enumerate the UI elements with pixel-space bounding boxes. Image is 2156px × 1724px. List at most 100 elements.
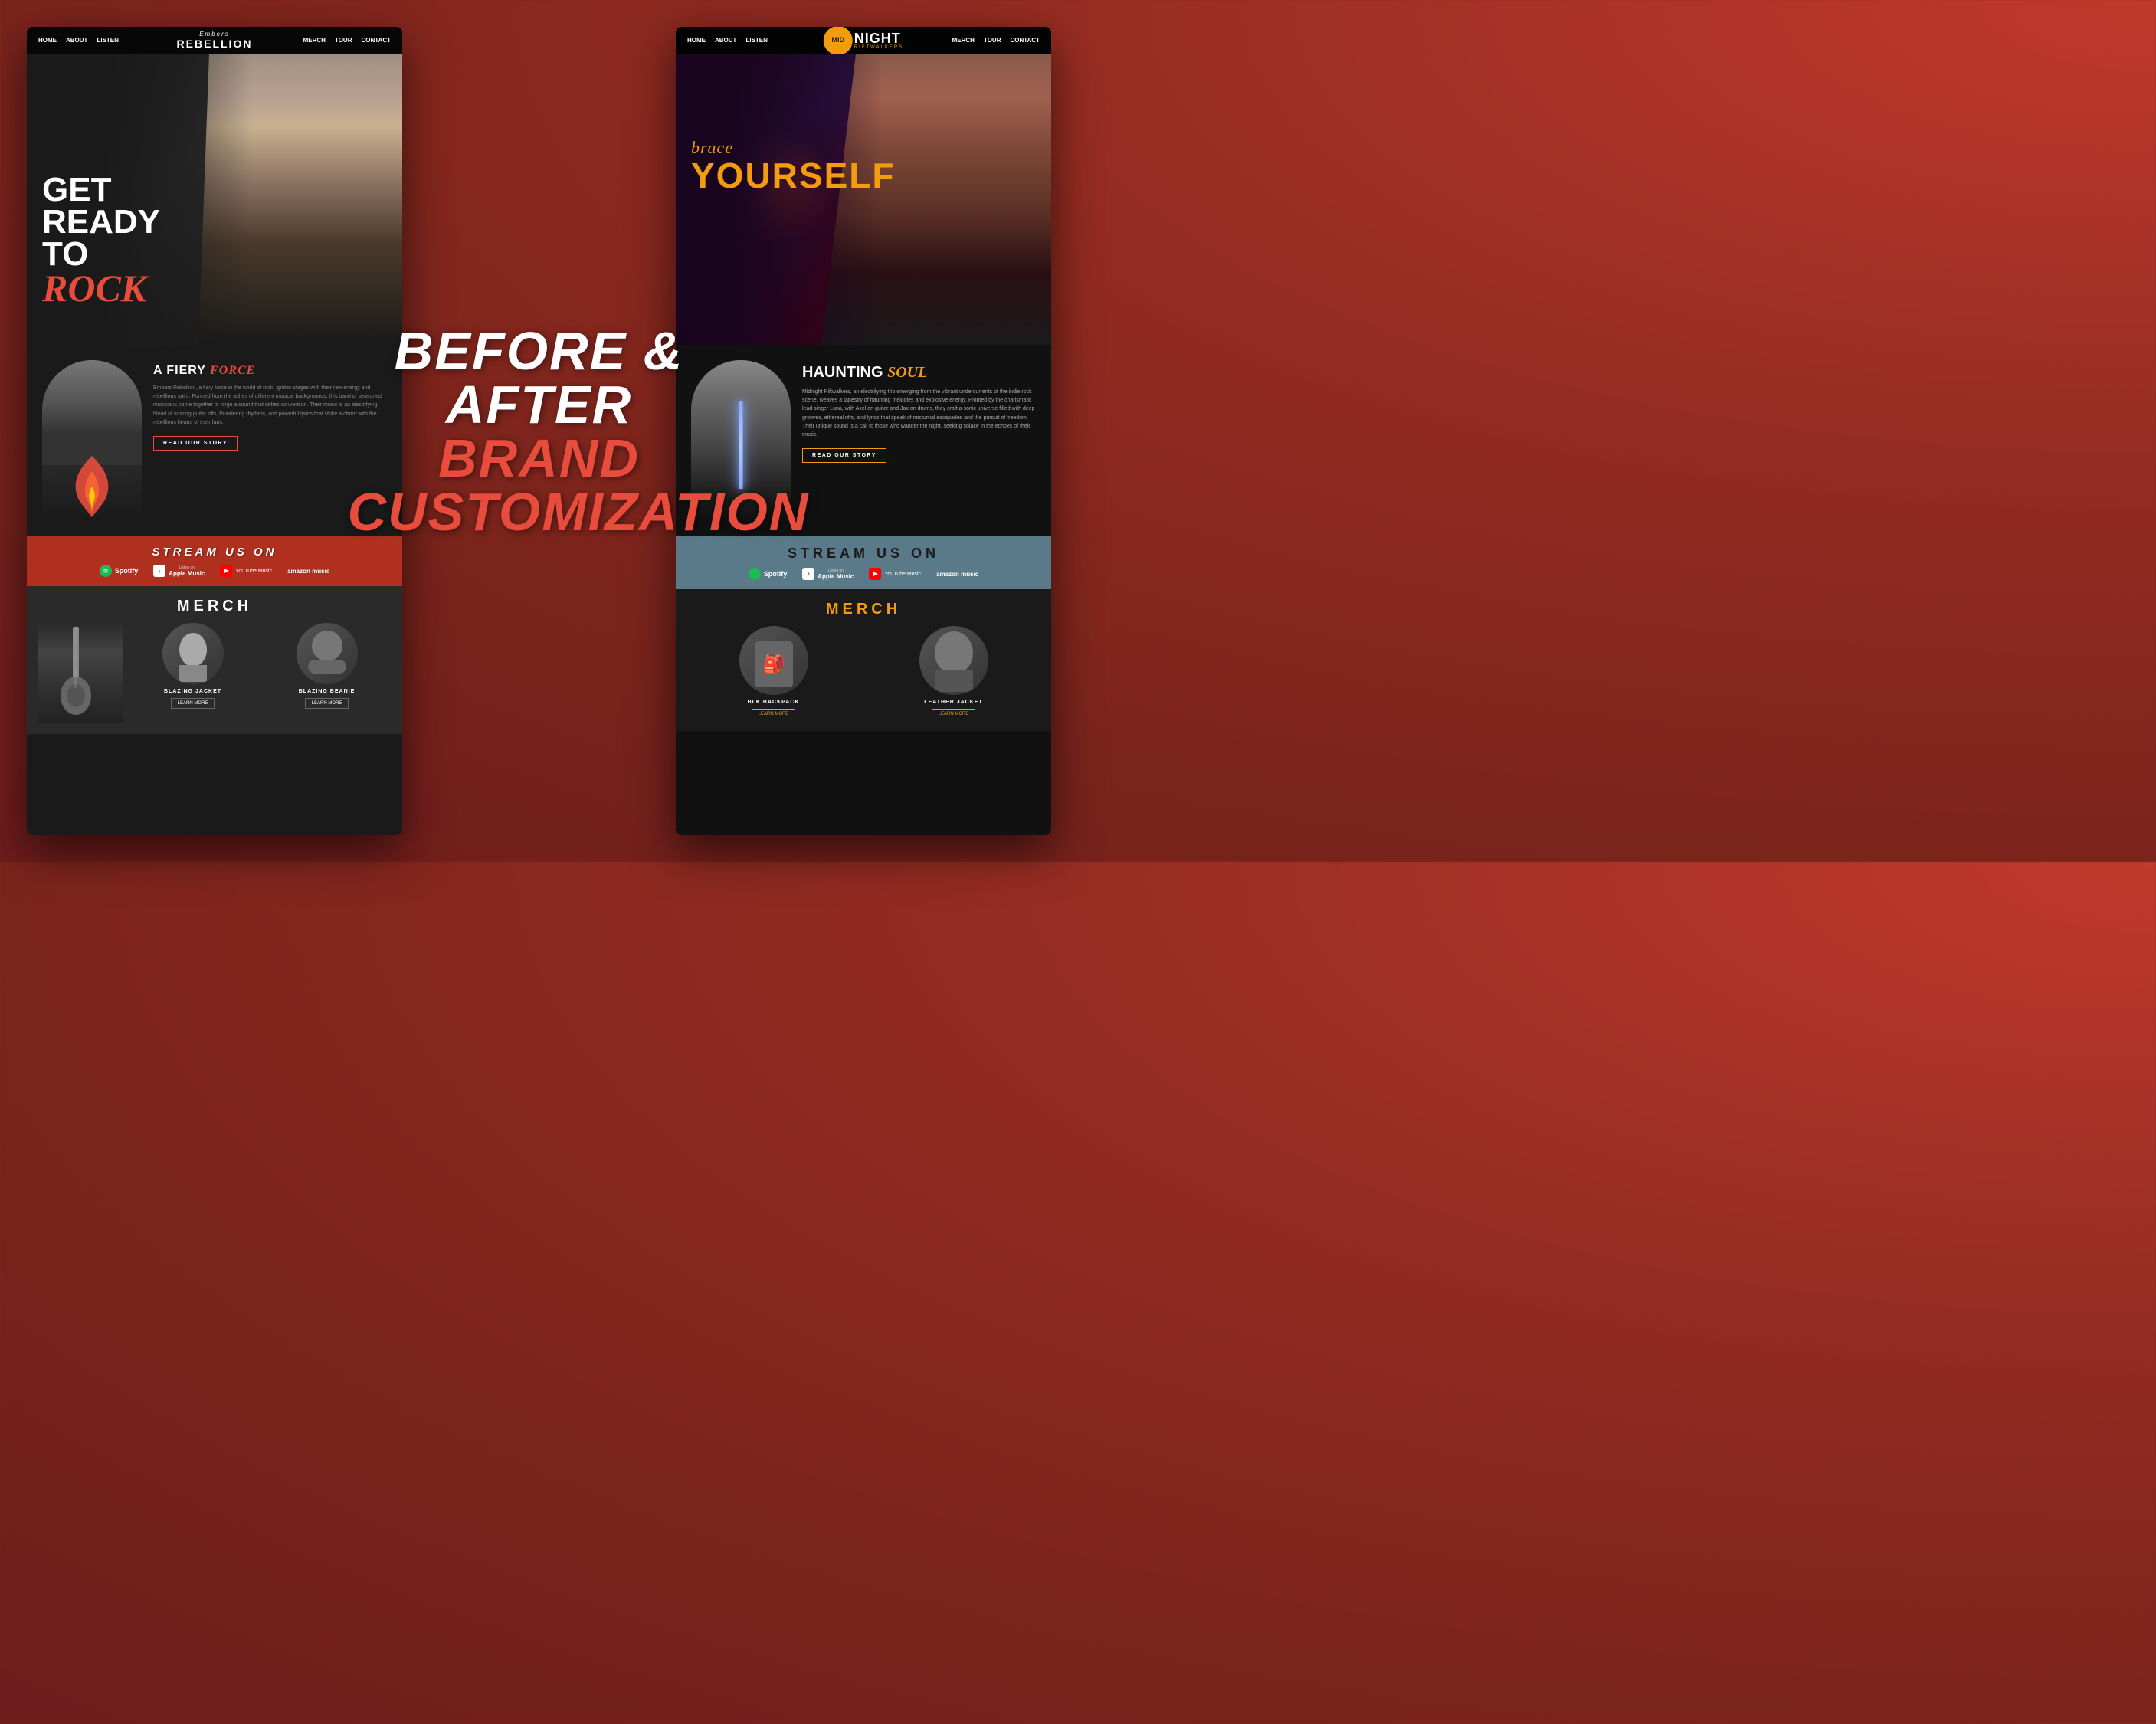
right-merch-circle-1 (919, 626, 988, 695)
right-logo-sub: RIFTWALKERS (854, 45, 903, 50)
left-merch-name-0: BLAZING JACKET (129, 689, 257, 694)
left-about-section: A FIERY FORCE Embers Rebellion, a fiery … (27, 345, 402, 536)
apple-music-logo: ♪ Listen on Apple Music (153, 565, 205, 577)
right-about-text: HAUNTING SOUL Midnight Riftwalkers, an e… (802, 360, 1036, 521)
spotify-logo: Spotify (100, 565, 139, 577)
right-nav-links-right: MERCH TOUR CONTACT (952, 37, 1040, 44)
right-youtube-logo: YouTube Music (869, 568, 921, 580)
left-nav: HOME ABOUT LISTEN Embers REBELLION MERCH… (27, 27, 402, 54)
right-logo-mid: MID (832, 37, 845, 44)
right-merch-name-0: BLK BACKPACK (687, 700, 860, 705)
left-logo-main: REBELLION (177, 38, 253, 50)
left-nav-merch[interactable]: MERCH (303, 37, 326, 44)
right-nav-listen[interactable]: LISTEN (745, 37, 767, 44)
right-hero: brace YOURSELF (676, 54, 1051, 345)
right-apple-icon: ♪ (802, 568, 814, 580)
right-merch-item-0: 🎒 BLK BACKPACK LEARN MORE (687, 626, 860, 719)
right-stream-title: STREAM US ON (691, 546, 1036, 562)
right-about-title: HAUNTING SOUL (802, 364, 1036, 382)
right-merch-btn-0[interactable]: LEARN MORE (752, 709, 796, 719)
right-nav-tour[interactable]: TOUR (984, 37, 1001, 44)
left-merch-btn-0[interactable]: LEARN MORE (171, 698, 215, 709)
left-logo-sub: Embers (177, 31, 253, 38)
right-merch-item-1: LEATHER JACKET LEARN MORE (867, 626, 1040, 719)
right-about-image (691, 360, 791, 521)
right-about-title-accent: SOUL (887, 364, 927, 381)
left-merch-name-1: BLAZING BEANIE (263, 689, 391, 694)
left-merch-circle-1 (297, 623, 358, 684)
right-hero-overlay (676, 54, 1051, 345)
right-read-story-button[interactable]: READ OUR STORY (802, 448, 886, 463)
right-merch-name-1: LEATHER JACKET (867, 700, 1040, 705)
left-about-description: Embers Rebellion, a fiery force in the w… (153, 384, 387, 427)
right-logo: MID NIGHT RIFTWALKERS (824, 27, 903, 55)
left-hero-line1: GET READY TO Rock (42, 174, 160, 306)
right-logo-circle: MID (824, 27, 853, 55)
left-stream-icons: Spotify ♪ Listen on Apple Music YouTube … (42, 565, 387, 577)
right-stream-section: STREAM US ON Spotify ♪ Listen on Apple M… (676, 536, 1051, 589)
youtube-icon (220, 565, 232, 577)
right-nav-about[interactable]: ABOUT (715, 37, 736, 44)
youtube-music-text: YouTube Music (235, 569, 272, 574)
right-merch-grid: 🎒 BLK BACKPACK LEARN MORE LEATHER JACKET… (687, 626, 1040, 719)
svg-text:♪: ♪ (159, 569, 162, 575)
left-hero-text: GET READY TO Rock (42, 174, 160, 306)
svg-text:🎒: 🎒 (762, 654, 785, 675)
right-logo-night-group: NIGHT RIFTWALKERS (854, 31, 903, 50)
right-nav: HOME ABOUT LISTEN MID NIGHT RIFTWALKERS … (676, 27, 1051, 54)
youtube-music-logo: YouTube Music (220, 565, 272, 577)
right-about-section: HAUNTING SOUL Midnight Riftwalkers, an e… (676, 345, 1051, 536)
right-about-description: Midnight Riftwalkers, an electrifying tr… (802, 388, 1036, 439)
left-nav-contact[interactable]: CONTACT (361, 37, 391, 44)
left-about-text: A FIERY FORCE Embers Rebellion, a fiery … (153, 360, 387, 521)
amazon-music-logo: amazon music (287, 568, 329, 575)
left-about-title: A FIERY FORCE (153, 364, 387, 378)
customization-text: CUSTOMIZATION (348, 485, 731, 539)
left-about-image (42, 360, 142, 521)
left-merch-item-0: BLAZING JACKET LEARN MORE (129, 623, 257, 709)
left-merch-grid: BLAZING JACKET LEARN MORE BLAZING BEANIE… (38, 623, 391, 723)
right-hero-yourself: YOURSELF (691, 158, 895, 193)
left-hero: GET READY TO Rock (27, 54, 402, 345)
right-merch-title: MERCH (687, 601, 1040, 618)
right-nav-links-left: HOME ABOUT LISTEN (687, 37, 768, 44)
spotify-label: Spotify (115, 567, 139, 575)
left-nav-tour[interactable]: TOUR (335, 37, 352, 44)
left-hero-bg: GET READY TO Rock (27, 54, 402, 345)
right-nav-home[interactable]: HOME (687, 37, 706, 44)
left-merch-section: MERCH BLAZING JACK (27, 586, 402, 734)
left-merch-title: MERCH (38, 598, 391, 615)
apple-music-icon: ♪ (153, 565, 165, 577)
spotify-icon (100, 565, 112, 577)
right-spotify-icon (749, 568, 761, 580)
left-logo: Embers REBELLION (177, 31, 253, 50)
left-nav-listen[interactable]: LISTEN (97, 37, 118, 44)
left-stream-title: STREAM US ON (42, 546, 387, 559)
right-hero-text: brace YOURSELF (691, 138, 895, 193)
right-youtube-icon (869, 568, 881, 580)
left-merch-guitar (38, 623, 123, 723)
right-mockup: HOME ABOUT LISTEN MID NIGHT RIFTWALKERS … (676, 27, 1051, 835)
left-hero-rock: Rock (42, 270, 160, 307)
left-mockup: HOME ABOUT LISTEN Embers REBELLION MERCH… (27, 27, 402, 835)
right-about-img-inner (691, 360, 791, 521)
right-spotify-label: Spotify (764, 570, 788, 578)
left-nav-home[interactable]: HOME (38, 37, 57, 44)
left-nav-about[interactable]: ABOUT (66, 37, 87, 44)
left-read-story-button[interactable]: READ OUR STORY (153, 436, 238, 451)
right-merch-btn-1[interactable]: LEARN MORE (932, 709, 976, 719)
right-nav-merch[interactable]: MERCH (952, 37, 975, 44)
left-merch-item-1: BLAZING BEANIE LEARN MORE (263, 623, 391, 709)
left-merch-circle-0 (162, 623, 224, 684)
center-overlay: BEFORE & AFTER BRAND CUSTOMIZATION (348, 324, 731, 539)
left-merch-btn-1[interactable]: LEARN MORE (305, 698, 349, 709)
right-apple-music-logo: ♪ Listen on Apple Music (802, 568, 854, 580)
left-about-title-accent: FORCE (210, 364, 255, 377)
right-nav-contact[interactable]: CONTACT (1010, 37, 1040, 44)
right-apple-music-text: Listen on Apple Music (818, 569, 854, 580)
left-nav-links-left: HOME ABOUT LISTEN (38, 37, 119, 44)
right-hero-bg: brace YOURSELF (676, 54, 1051, 345)
left-merch-guitar-img (38, 623, 123, 723)
right-merch-section: MERCH 🎒 BLK BACKPACK LEARN MORE LEATHER … (676, 589, 1051, 731)
before-after-text: BEFORE & AFTER (348, 324, 731, 431)
